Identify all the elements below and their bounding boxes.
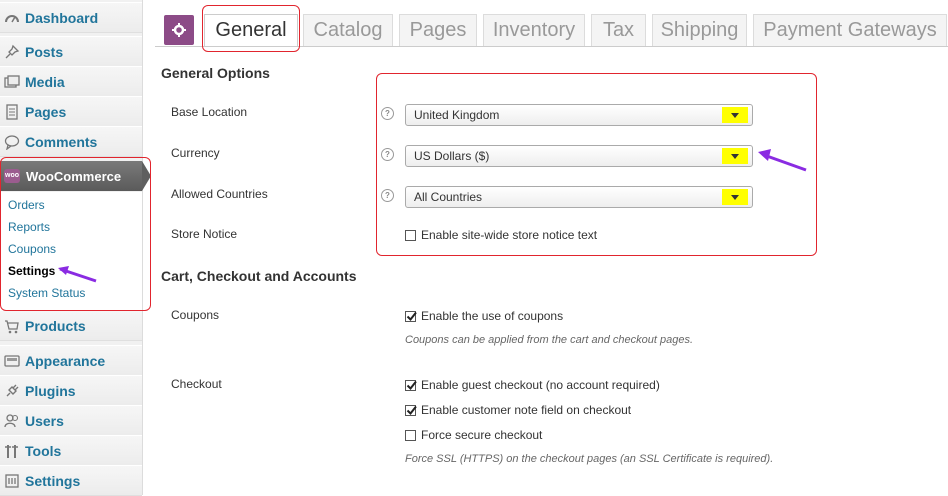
pin-icon — [4, 44, 20, 60]
checkbox-label-enable-coupons: Enable the use of coupons — [421, 309, 564, 323]
checkbox-enable-coupons[interactable] — [405, 311, 417, 322]
menu-media[interactable]: Media — [0, 66, 142, 97]
tab-payment-gateways[interactable]: Payment Gateways — [753, 14, 947, 46]
description-checkout: Force SSL (HTTPS) on the checkout pages … — [405, 453, 774, 465]
description-coupons: Coupons can be applied from the cart and… — [405, 334, 694, 346]
menu-label: Dashboard — [25, 9, 99, 26]
appearance-icon — [4, 353, 20, 369]
checkbox-guest-checkout[interactable] — [405, 380, 417, 391]
menu-comments[interactable]: Comments — [0, 126, 142, 157]
woocommerce-settings-gear-icon — [164, 15, 194, 45]
checkbox-label-guest-checkout: Enable guest checkout (no account requir… — [421, 378, 660, 392]
menu-label: Plugins — [25, 382, 76, 399]
annotation-arrow-settings — [58, 266, 97, 283]
section-title-general-options: General Options — [161, 65, 270, 81]
users-icon — [4, 413, 20, 429]
menu-label: Users — [25, 412, 64, 429]
menu-tools[interactable]: Tools — [0, 435, 142, 466]
label-currency: Currency — [171, 146, 220, 160]
menu-plugins[interactable]: Plugins — [0, 375, 142, 406]
pages-icon — [4, 103, 20, 120]
menu-label: Comments — [25, 133, 98, 150]
menu-dashboard[interactable]: Dashboard — [0, 2, 142, 33]
menu-settings[interactable]: Settings — [0, 465, 142, 496]
annotation-box-woocommerce — [0, 157, 151, 311]
menu-label: Pages — [25, 103, 67, 120]
tab-pages[interactable]: Pages — [399, 14, 477, 46]
menu-label: Appearance — [25, 352, 106, 369]
checkmark-icon — [406, 311, 417, 322]
settings-icon — [4, 473, 20, 489]
menu-users[interactable]: Users — [0, 405, 142, 436]
label-store-notice: Store Notice — [171, 227, 238, 241]
menu-products[interactable]: Products — [0, 310, 142, 341]
checkbox-label-force-secure-checkout: Force secure checkout — [421, 428, 543, 442]
menu-label: Media — [25, 73, 65, 90]
checkbox-label-customer-note: Enable customer note field on checkout — [421, 403, 632, 417]
tab-catalog[interactable]: Catalog — [303, 14, 393, 46]
products-icon — [4, 318, 20, 334]
tab-shipping[interactable]: Shipping — [652, 14, 747, 46]
tab-inventory[interactable]: Inventory — [483, 14, 585, 46]
annotation-box-general-tab — [202, 5, 300, 52]
label-coupons: Coupons — [171, 308, 220, 322]
tab-tax[interactable]: Tax — [591, 14, 646, 46]
menu-label: Products — [25, 317, 86, 334]
media-icon — [4, 74, 20, 90]
label-allowed-countries: Allowed Countries — [171, 187, 268, 201]
tools-icon — [4, 443, 20, 459]
section-title-cart-checkout: Cart, Checkout and Accounts — [161, 268, 357, 284]
menu-label: Tools — [25, 442, 62, 459]
comment-icon — [4, 134, 20, 150]
label-base-location: Base Location — [171, 105, 248, 119]
menu-posts[interactable]: Posts — [0, 36, 142, 67]
annotation-box-general-options — [376, 73, 817, 256]
label-checkout: Checkout — [171, 377, 222, 391]
annotation-arrow-currency — [758, 149, 807, 172]
menu-label: Posts — [25, 43, 64, 60]
menu-pages[interactable]: Pages — [0, 96, 142, 127]
checkmark-icon — [406, 405, 417, 416]
checkbox-force-secure-checkout[interactable] — [405, 430, 416, 441]
menu-label: Settings — [25, 472, 81, 489]
checkmark-icon — [406, 380, 417, 391]
dashboard-icon — [4, 10, 20, 26]
checkbox-customer-note[interactable] — [405, 405, 417, 416]
menu-appearance[interactable]: Appearance — [0, 345, 142, 376]
plugin-icon — [4, 383, 20, 399]
